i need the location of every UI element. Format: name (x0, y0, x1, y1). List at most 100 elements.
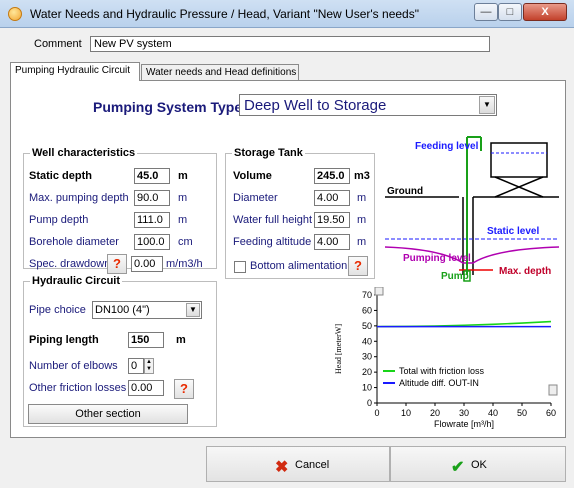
diameter-unit: m (357, 192, 367, 204)
chevron-down-icon[interactable]: ▼ (186, 303, 200, 317)
well-characteristics-group: Well characteristics Static depth 45.0 m… (23, 147, 217, 274)
piping-length-input[interactable]: 150 (128, 332, 164, 348)
well-characteristics-title: Well characteristics (30, 147, 138, 159)
ground-label: Ground (387, 186, 423, 197)
volume-unit: m3 (354, 170, 370, 182)
x-tick-label: 10 (401, 408, 411, 418)
other-section-button[interactable]: Other section (28, 404, 188, 424)
water-full-height-input[interactable]: 19.50 (314, 212, 350, 228)
x-tick-label: 20 (430, 408, 440, 418)
pumping-system-type-value: Deep Well to Storage (244, 97, 387, 114)
y-tick-label: 60 (362, 305, 372, 315)
max-pumping-depth-input[interactable]: 90.0 (134, 190, 170, 206)
pumping-system-type-select[interactable]: Deep Well to Storage ▼ (239, 94, 497, 116)
y-tick-label: 10 (362, 383, 372, 393)
x-tick-label: 30 (459, 408, 469, 418)
piping-length-label: Piping length (29, 334, 99, 346)
tab-water-needs[interactable]: Water needs and Head definitions (141, 64, 299, 80)
pipe-choice-label: Pipe choice (29, 304, 86, 316)
cancel-label: Cancel (295, 459, 330, 471)
pumping-level-label: Pumping level (403, 253, 471, 264)
x-tick-label: 0 (374, 408, 379, 418)
max-depth-label: Max. depth (499, 266, 551, 277)
chart-scroll-right (548, 384, 558, 396)
x-tick-label: 60 (546, 408, 556, 418)
ok-button[interactable]: ✔ OK (390, 446, 566, 482)
pumping-system-type-label: Pumping System Type (93, 99, 243, 115)
pump-depth-unit: m (178, 214, 188, 226)
diameter-label: Diameter (233, 192, 278, 204)
close-button[interactable]: X (523, 3, 567, 21)
diameter-input[interactable]: 4.00 (314, 190, 350, 206)
well-diagram: Feeding level Ground Static level Pumpin… (384, 136, 560, 282)
y-tick-label: 0 (367, 398, 372, 408)
pipe-choice-select[interactable]: DN100 (4") ▼ (92, 301, 202, 319)
pipe-choice-value: DN100 (4") (95, 304, 150, 316)
volume-label: Volume (233, 170, 272, 182)
volume-input[interactable]: 245.0 (314, 168, 350, 184)
water-full-height-label: Water full height (233, 214, 313, 226)
chart-scroll-up (374, 287, 384, 296)
x-tick-label: 40 (488, 408, 498, 418)
y-tick-label: 50 (362, 321, 372, 331)
tab-panel: Pumping System Type Deep Well to Storage… (10, 80, 566, 438)
other-friction-label: Other friction losses (29, 382, 127, 394)
spec-drawdown-help-button[interactable]: ? (107, 254, 127, 274)
feeding-altitude-input[interactable]: 4.00 (314, 234, 350, 250)
title-bar: Water Needs and Hydraulic Pressure / Hea… (0, 0, 574, 28)
pump-depth-label: Pump depth (29, 214, 89, 226)
cancel-button[interactable]: ✖ Cancel (206, 446, 390, 482)
water-full-height-unit: m (357, 214, 367, 226)
feeding-level-label: Feeding level (415, 141, 479, 152)
x-axis-label: Flowrate [m³/h] (434, 419, 494, 429)
other-friction-input[interactable]: 0.00 (128, 380, 164, 396)
y-tick-label: 20 (362, 367, 372, 377)
bottom-alimentation-checkbox[interactable] (234, 261, 246, 273)
y-axis-label: Head [meterW] (334, 324, 343, 374)
y-tick-label: 40 (362, 336, 372, 346)
y-tick-label: 30 (362, 352, 372, 362)
window-title: Water Needs and Hydraulic Pressure / Hea… (30, 7, 419, 21)
tank-shape (490, 142, 548, 178)
tab-pumping-hydraulic-circuit[interactable]: Pumping Hydraulic Circuit (10, 62, 140, 81)
static-level-label: Static level (487, 226, 539, 237)
minimize-button[interactable]: — (474, 3, 498, 21)
ok-icon: ✔ (451, 459, 465, 476)
legend-label-1: Altitude diff. OUT-IN (399, 378, 479, 388)
pump-label: Pump (441, 271, 469, 282)
borehole-diameter-label: Borehole diameter (29, 236, 119, 248)
feeding-altitude-unit: m (357, 236, 367, 248)
hydraulic-circuit-title: Hydraulic Circuit (30, 275, 123, 287)
static-depth-label: Static depth (29, 170, 92, 182)
feeding-altitude-label: Feeding altitude (233, 236, 312, 248)
ok-label: OK (471, 459, 487, 471)
cancel-icon: ✖ (275, 459, 289, 476)
maximize-button[interactable]: □ (498, 3, 522, 21)
comment-label: Comment (34, 38, 82, 50)
elbows-spinner[interactable]: ▲ ▼ (144, 358, 154, 374)
elbows-input[interactable]: 0 (128, 358, 144, 374)
other-friction-help-button[interactable]: ? (174, 379, 194, 399)
head-flowrate-chart: 0 10 20 30 40 50 60 0 10 20 30 40 50 60 70 Flowrate [m³… (329, 287, 559, 437)
max-pumping-depth-label: Max. pumping depth (29, 192, 129, 204)
borehole-diameter-input[interactable]: 100.0 (134, 234, 170, 250)
y-tick-label: 70 (362, 290, 372, 300)
legend-label-0: Total with friction loss (399, 366, 485, 376)
bottom-alimentation-label: Bottom alimentation (250, 260, 348, 272)
dialog-body: Comment New PV system Pumping Hydraulic … (0, 28, 574, 488)
spec-drawdown-label: Spec. drawdown (29, 258, 111, 270)
bottom-alimentation-help-button[interactable]: ? (348, 256, 368, 276)
pump-depth-input[interactable]: 111.0 (134, 212, 170, 228)
max-pumping-depth-unit: m (178, 192, 188, 204)
static-depth-unit: m (178, 170, 188, 182)
piping-length-unit: m (176, 334, 186, 346)
x-tick-label: 50 (517, 408, 527, 418)
storage-tank-group: Storage Tank Volume 245.0 m3 Diameter 4.… (225, 147, 375, 279)
elbows-label: Number of elbows (29, 360, 118, 372)
borehole-diameter-unit: cm (178, 236, 193, 248)
app-icon (8, 7, 22, 21)
static-depth-input[interactable]: 45.0 (134, 168, 170, 184)
spec-drawdown-input[interactable]: 0.00 (131, 256, 163, 272)
comment-input[interactable]: New PV system (90, 36, 490, 52)
chevron-down-icon[interactable]: ▼ (479, 96, 495, 114)
